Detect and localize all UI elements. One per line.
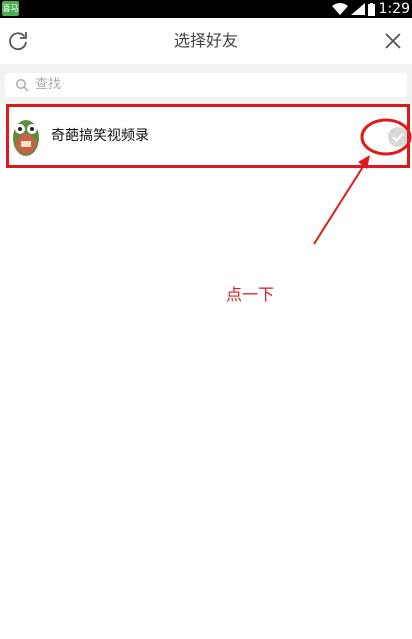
annotation-text: 点一下 xyxy=(226,285,275,304)
search-input[interactable]: 查找 xyxy=(5,73,407,97)
avatar xyxy=(13,120,39,156)
header: 选择好友 xyxy=(0,18,412,64)
page-title: 选择好友 xyxy=(173,31,238,50)
contact-name: 奇葩搞笑视频录 xyxy=(51,128,149,144)
close-icon[interactable] xyxy=(383,31,403,51)
check-icon xyxy=(392,132,404,142)
status-icons: 1:29 xyxy=(329,0,410,18)
wifi-icon xyxy=(331,3,348,15)
signal-icon xyxy=(350,3,365,15)
status-time: 1:29 xyxy=(378,1,410,17)
battery-icon xyxy=(367,2,375,16)
search-placeholder: 查找 xyxy=(35,77,62,92)
select-checkbox[interactable] xyxy=(388,127,408,147)
refresh-icon[interactable] xyxy=(7,30,29,52)
search-icon xyxy=(16,79,29,92)
status-bar: 喜马 1:29 xyxy=(0,0,412,18)
search-bar: 查找 xyxy=(0,64,412,104)
app-notification-icon: 喜马 xyxy=(2,1,19,16)
